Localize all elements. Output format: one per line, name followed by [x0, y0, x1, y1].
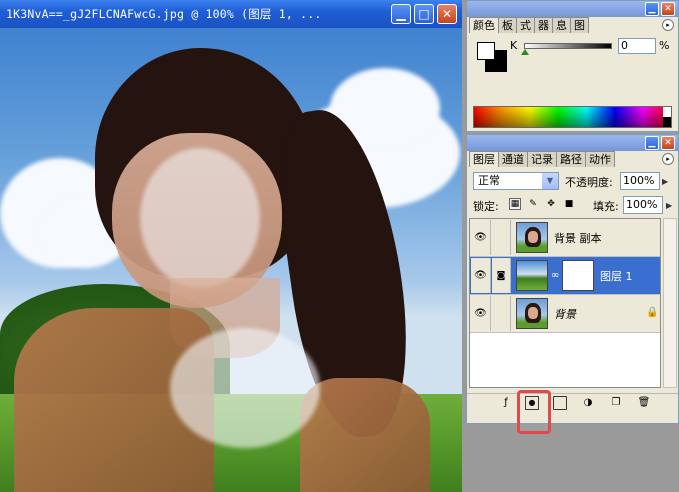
- layers-bottom-toolbar: ƒ ● ◑ ❐ 🗑: [467, 393, 678, 411]
- link-slot[interactable]: [492, 296, 511, 331]
- foreground-color-swatch[interactable]: [477, 42, 495, 60]
- lock-all-icon[interactable]: ■: [563, 198, 575, 210]
- fill-input[interactable]: 100%: [623, 196, 663, 214]
- tab-swatches[interactable]: 板: [498, 17, 517, 33]
- panel-menu-icon[interactable]: ▸: [662, 19, 674, 31]
- close-icon: ✕: [664, 3, 672, 14]
- tab-actions[interactable]: 动作: [585, 151, 615, 167]
- black-swatch[interactable]: [663, 117, 671, 127]
- lock-position-icon[interactable]: ✥: [545, 198, 557, 210]
- blend-mode-value: 正常: [478, 174, 500, 187]
- fill-arrow-icon[interactable]: ▶: [666, 201, 672, 210]
- layer-thumbnail: [516, 260, 548, 291]
- minimize-button[interactable]: ▁: [391, 4, 411, 24]
- layer-list-scrollbar[interactable]: [663, 218, 677, 388]
- tab-paths[interactable]: 路径: [556, 151, 586, 167]
- layer-row-background-copy[interactable]: 👁 背景 副本: [470, 219, 660, 257]
- close-icon: ✕: [441, 7, 453, 21]
- lock-label: 锁定:: [473, 200, 499, 213]
- tab-navigator[interactable]: 器: [534, 17, 553, 33]
- opacity-arrow-icon[interactable]: ▶: [662, 177, 668, 186]
- layer-style-icon[interactable]: ƒ: [499, 396, 513, 410]
- minimize-icon: ▁: [648, 3, 656, 14]
- highlight-box: [517, 390, 551, 434]
- lock-row: 锁定: ▦ ✎ ✥ ■ 填充: 100% ▶: [471, 196, 676, 214]
- chain-link-icon[interactable]: ∞: [551, 270, 559, 281]
- blend-mode-select[interactable]: 正常 ▼: [473, 172, 559, 190]
- eye-icon[interactable]: 👁: [471, 220, 491, 255]
- chest-cloud-overlay: [170, 328, 320, 448]
- layers-panel: ▁ ✕ 图层 通道 记录 路径 动作 ▸ 正常 ▼ 不透明度: 100% ▶ 锁…: [466, 134, 679, 424]
- tab-layers[interactable]: 图层: [469, 151, 499, 167]
- layer-name: 背景: [554, 308, 576, 321]
- channel-unit: %: [659, 39, 670, 52]
- lock-transparency-icon[interactable]: ▦: [509, 198, 521, 210]
- color-spectrum-bar[interactable]: [473, 106, 672, 128]
- panel-minimize-button[interactable]: ▁: [645, 136, 659, 150]
- layer-name: 背景 副本: [554, 232, 602, 245]
- color-panel: ▁ ✕ 颜色 板 式 器 息 图 ▸ K 0 %: [466, 0, 679, 132]
- layer-mask-thumbnail[interactable]: [562, 260, 594, 291]
- sweater-right-shape: [300, 378, 430, 492]
- panel-close-button[interactable]: ✕: [661, 2, 675, 16]
- eye-icon[interactable]: 👁: [471, 296, 491, 331]
- close-icon: ✕: [664, 137, 672, 148]
- layers-panel-title-bar[interactable]: ▁ ✕: [467, 135, 678, 151]
- face-cloud-overlay: [140, 148, 260, 288]
- color-panel-title-bar[interactable]: ▁ ✕: [467, 1, 678, 17]
- close-button[interactable]: ✕: [437, 4, 457, 24]
- panel-close-button[interactable]: ✕: [661, 136, 675, 150]
- tab-channels[interactable]: 通道: [498, 151, 528, 167]
- image-canvas[interactable]: [0, 28, 462, 492]
- layer-row-layer-1[interactable]: 👁 ◙ ∞ 图层 1: [470, 257, 660, 295]
- minimize-icon: ▁: [648, 137, 656, 148]
- layer-row-background[interactable]: 👁 背景 🔒: [470, 295, 660, 333]
- channel-slider[interactable]: [524, 43, 612, 49]
- tab-info[interactable]: 息: [552, 17, 571, 33]
- layer-name: 图层 1: [600, 270, 633, 283]
- new-layer-icon[interactable]: ❐: [609, 396, 623, 410]
- channel-label: K: [510, 39, 518, 52]
- eye-icon[interactable]: 👁: [471, 258, 491, 293]
- tab-color[interactable]: 颜色: [469, 17, 499, 33]
- document-title: 1K3NvA==_gJ2FLCNAFwcG.jpg @ 100% (图层 1, …: [6, 7, 322, 21]
- channel-value-input[interactable]: 0: [618, 38, 656, 54]
- lock-image-icon[interactable]: ✎: [527, 198, 539, 210]
- opacity-label: 不透明度:: [565, 176, 613, 189]
- layer-thumbnail: [516, 222, 548, 253]
- fill-label: 填充:: [593, 200, 619, 213]
- layer-thumbnail: [516, 298, 548, 329]
- mask-mode-icon[interactable]: ◙: [492, 258, 511, 293]
- document-window: 1K3NvA==_gJ2FLCNAFwcG.jpg @ 100% (图层 1, …: [0, 0, 462, 492]
- layers-panel-tabs: 图层 通道 记录 路径 动作: [469, 151, 615, 167]
- lock-icon: 🔒: [646, 307, 659, 318]
- panel-minimize-button[interactable]: ▁: [645, 2, 659, 16]
- color-panel-tabs: 颜色 板 式 器 息 图: [469, 17, 589, 33]
- tab-styles[interactable]: 式: [516, 17, 535, 33]
- trash-icon[interactable]: 🗑: [637, 396, 651, 410]
- layer-list: 👁 背景 副本 👁 ◙ ∞ 图层 1 👁 背景 🔒: [469, 218, 661, 388]
- opacity-input[interactable]: 100%: [620, 172, 660, 190]
- tab-histogram[interactable]: 图: [570, 17, 589, 33]
- slider-thumb-icon[interactable]: [521, 49, 529, 55]
- chevron-down-icon[interactable]: ▼: [542, 173, 558, 189]
- tab-history[interactable]: 记录: [527, 151, 557, 167]
- minimize-icon: ▁: [396, 7, 406, 21]
- link-slot[interactable]: [492, 220, 511, 255]
- panel-menu-icon[interactable]: ▸: [662, 153, 674, 165]
- white-swatch[interactable]: [663, 107, 671, 117]
- maximize-icon: □: [418, 7, 430, 21]
- adjustment-layer-icon[interactable]: ◑: [581, 396, 595, 410]
- maximize-button[interactable]: □: [414, 4, 434, 24]
- new-group-icon[interactable]: [553, 396, 567, 410]
- document-title-bar[interactable]: 1K3NvA==_gJ2FLCNAFwcG.jpg @ 100% (图层 1, …: [0, 0, 462, 28]
